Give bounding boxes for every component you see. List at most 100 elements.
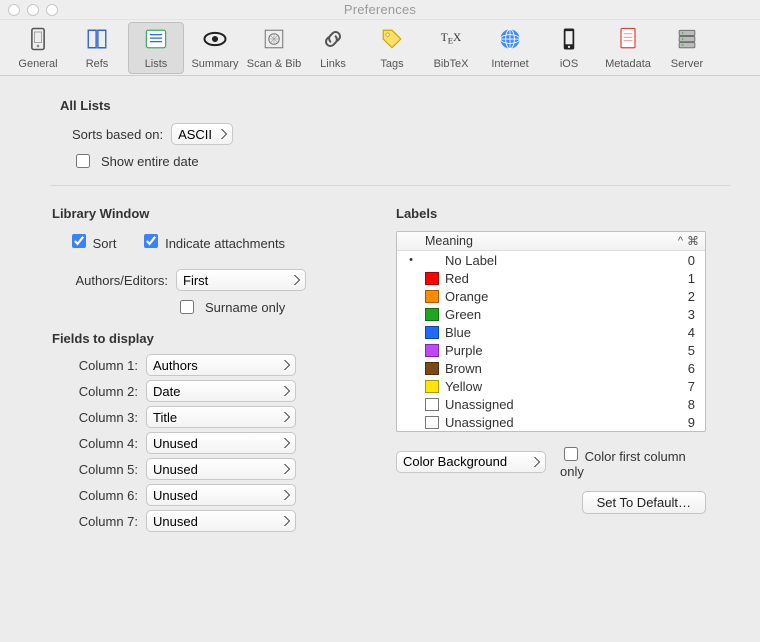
column-4-select[interactable]: Unused [146,432,296,454]
labels-table-header[interactable]: Meaning ^ ⌘ [397,232,705,251]
label-row[interactable]: Purple 5 [397,341,705,359]
label-color-swatch [425,380,439,393]
toolbar-tab-bibtex[interactable]: TEX BibTeX [423,22,479,74]
column-label: Column 7: [60,514,138,529]
toolbar-tab-tags[interactable]: Tags [364,22,420,74]
color-first-column-checkbox[interactable] [564,447,578,461]
sorts-based-on-label: Sorts based on: [72,127,163,142]
label-shortcut: 8 [681,397,695,412]
column-5-select[interactable]: Unused [146,458,296,480]
column-6-select[interactable]: Unused [146,484,296,506]
label-shortcut: 5 [681,343,695,358]
label-bullet: • [403,254,419,266]
toolbar-tab-label: Refs [86,58,109,70]
column-label: Column 3: [60,410,138,425]
toolbar-tab-lists[interactable]: Lists [128,22,184,74]
show-entire-date-checkbox[interactable] [76,154,90,168]
minimize-window-icon[interactable] [27,4,39,16]
indicate-attachments-checkbox[interactable] [144,234,158,248]
authors-editors-select[interactable]: First [176,269,306,291]
column-2-select[interactable]: Date [146,380,296,402]
toolbar-tab-label: Tags [380,58,403,70]
label-row[interactable]: Green 3 [397,305,705,323]
column-3-row: Column 3: Title [60,406,360,428]
label-name: Blue [445,325,675,340]
sort-checkbox-label[interactable]: Sort [93,236,117,251]
column-7-select[interactable]: Unused [146,510,296,532]
toolbar-tab-general[interactable]: General [10,22,66,74]
indicate-attachments-label[interactable]: Indicate attachments [165,236,285,251]
label-name: Purple [445,343,675,358]
sorts-based-on-select[interactable]: ASCII [171,123,233,145]
titlebar: Preferences [0,0,760,20]
label-row[interactable]: Yellow7 [397,377,705,395]
column-1-row: Column 1: Authors [60,354,360,376]
zoom-window-icon[interactable] [46,4,58,16]
color-first-column-label[interactable]: Color first column only [560,449,686,479]
label-row[interactable]: Brown6 [397,359,705,377]
set-to-default-button[interactable]: Set To Default… [582,491,706,514]
surname-only-label[interactable]: Surname only [205,300,285,315]
close-window-icon[interactable] [8,4,20,16]
toolbar-tab-summary[interactable]: Summary [187,22,243,74]
lists-icon [142,25,170,56]
preferences-toolbar: General Refs Lists Summary Scan & Bib Links Ta… [0,20,760,76]
sort-ascending-icon: ^ [678,235,683,247]
toolbar-tab-server[interactable]: Server [659,22,715,74]
label-style-select[interactable]: Color Background [396,451,546,473]
label-color-swatch [425,308,439,321]
label-name: No Label [445,253,675,268]
all-lists-heading: All Lists [60,98,730,113]
toolbar-tab-metadata[interactable]: Metadata [600,22,656,74]
label-row[interactable]: Blue 4 [397,323,705,341]
toolbar-tab-label: BibTeX [434,58,469,70]
surname-only-checkbox[interactable] [180,300,194,314]
labels-table[interactable]: Meaning ^ ⌘ •No Label0Red1Orange2Green3B… [396,231,706,432]
label-row[interactable]: Orange2 [397,287,705,305]
fields-to-display-heading: Fields to display [52,331,360,346]
label-shortcut: 1 [681,271,695,286]
column-label: Column 2: [60,384,138,399]
label-row[interactable]: Unassigned8 [397,395,705,413]
toolbar-tab-label: Internet [491,58,528,70]
toolbar-tab-label: Scan & Bib [247,58,301,70]
sort-checkbox[interactable] [72,234,86,248]
toolbar-tab-label: Server [671,58,703,70]
links-icon [319,25,347,56]
label-shortcut: 9 [681,415,695,430]
toolbar-tab-internet[interactable]: Internet [482,22,538,74]
label-row[interactable]: Red 1 [397,269,705,287]
column-label: Column 4: [60,436,138,451]
toolbar-tab-refs[interactable]: Refs [69,22,125,74]
label-row[interactable]: Unassigned9 [397,413,705,431]
column-1-select[interactable]: Authors [146,354,296,376]
toolbar-tab-label: General [18,58,57,70]
column-label: Column 1: [60,358,138,373]
toolbar-tab-scan-bib[interactable]: Scan & Bib [246,22,302,74]
label-shortcut: 4 [681,325,695,340]
label-name: Red [445,271,675,286]
labels-heading: Labels [396,206,706,221]
label-row[interactable]: • No Label 0 [397,251,705,269]
toolbar-tab-label: Metadata [605,58,651,70]
general-icon [24,25,52,56]
internet-icon [496,25,524,56]
label-name: Orange [445,289,675,304]
toolbar-tab-label: Lists [145,58,168,70]
show-entire-date-label[interactable]: Show entire date [101,154,199,169]
divider [50,185,730,186]
ios-icon [555,25,583,56]
toolbar-tab-ios[interactable]: iOS [541,22,597,74]
bibtex-icon: TEX [437,25,465,56]
command-key-icon: ⌘ [687,234,699,248]
label-shortcut: 6 [681,361,695,376]
label-color-swatch [425,344,439,357]
label-shortcut: 0 [681,253,695,268]
column-3-select[interactable]: Title [146,406,296,428]
label-shortcut: 3 [681,307,695,322]
toolbar-tab-links[interactable]: Links [305,22,361,74]
label-color-swatch [425,416,439,429]
tags-icon [378,25,406,56]
label-name: Green [445,307,675,322]
label-color-swatch [425,272,439,285]
